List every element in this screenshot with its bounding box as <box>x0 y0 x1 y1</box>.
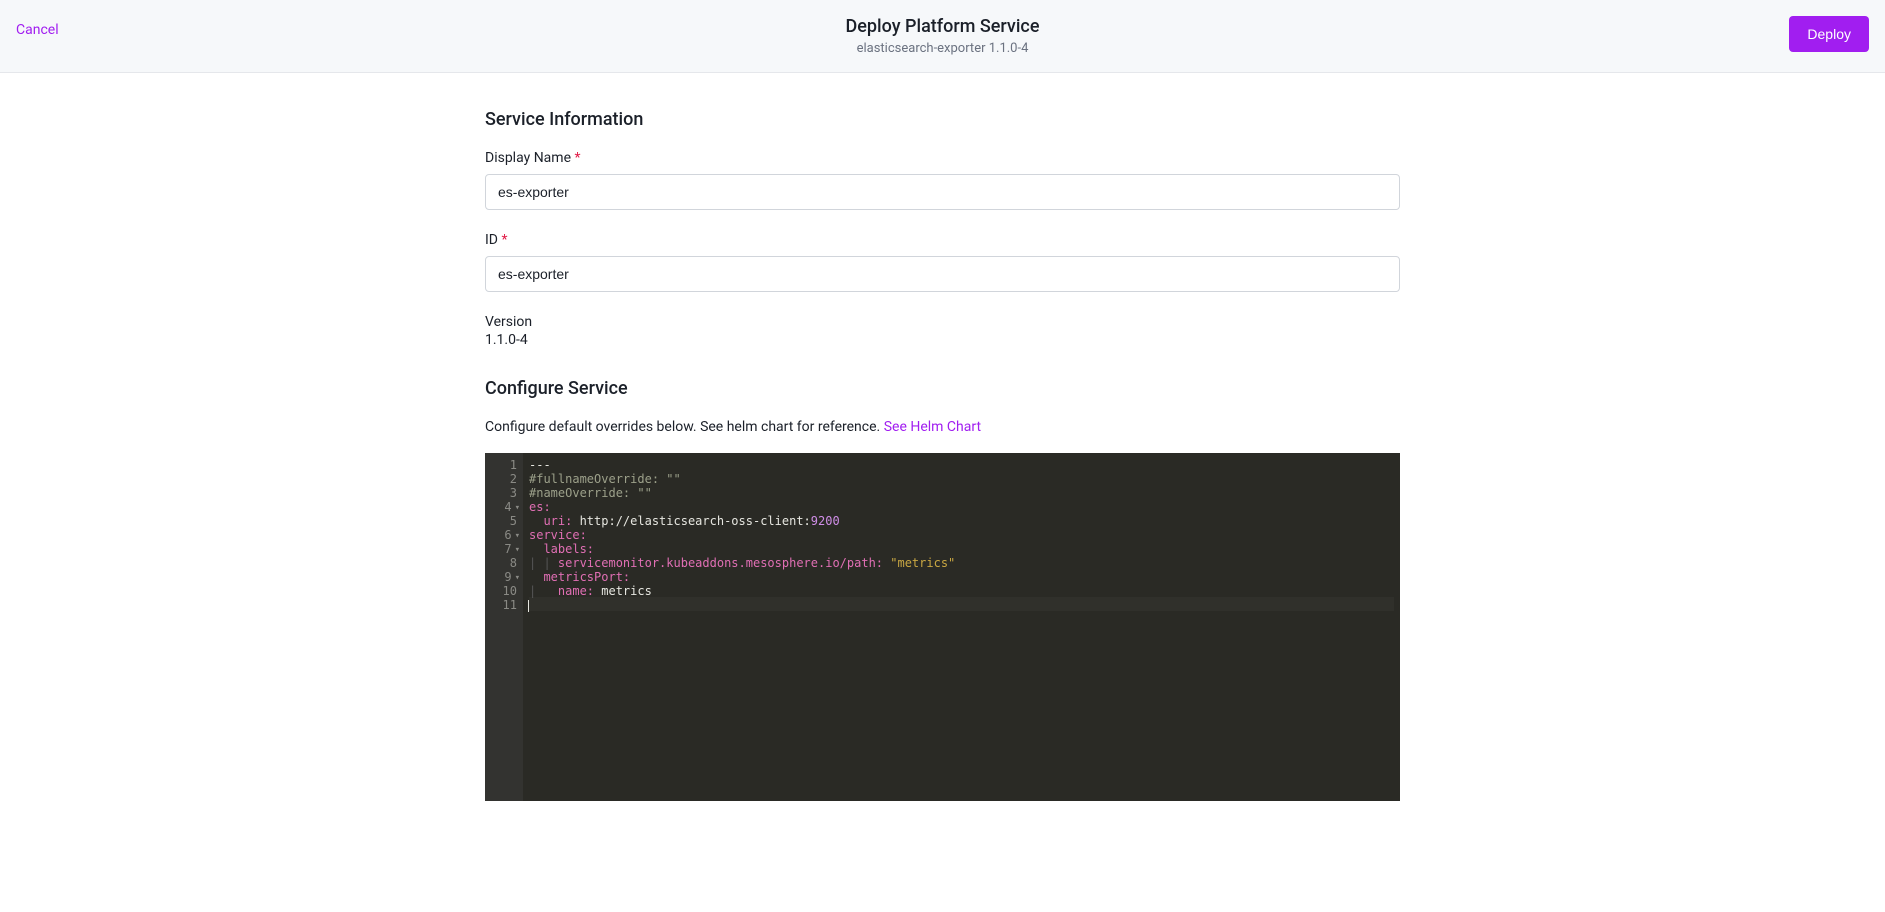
line-number: 9 <box>499 569 517 583</box>
line-number: 5 <box>499 513 517 527</box>
code-line[interactable]: labels: <box>529 541 1394 555</box>
line-number: 1 <box>499 457 517 471</box>
line-number: 11 <box>499 597 517 611</box>
editor-gutter: 1234567891011 <box>485 453 523 801</box>
line-number: 8 <box>499 555 517 569</box>
display-name-label: Display Name * <box>485 150 1400 166</box>
code-line[interactable]: | | servicemonitor.kubeaddons.mesosphere… <box>529 555 1394 569</box>
service-information-title: Service Information <box>485 109 1400 130</box>
line-number: 7 <box>499 541 517 555</box>
id-input[interactable] <box>485 256 1400 292</box>
display-name-field: Display Name * <box>485 150 1400 210</box>
version-field: Version 1.1.0-4 <box>485 314 1400 348</box>
configure-description: Configure default overrides below. See h… <box>485 419 1400 435</box>
line-number: 10 <box>499 583 517 597</box>
id-label: ID * <box>485 232 1400 248</box>
version-value: 1.1.0-4 <box>485 332 1400 348</box>
version-label: Version <box>485 314 1400 330</box>
code-line[interactable]: --- <box>529 457 1394 471</box>
display-name-input[interactable] <box>485 174 1400 210</box>
code-line[interactable]: #nameOverride: "" <box>529 485 1394 499</box>
cancel-link[interactable]: Cancel <box>16 16 59 38</box>
required-marker: * <box>574 150 580 166</box>
page-title: Deploy Platform Service <box>846 16 1040 37</box>
id-field: ID * <box>485 232 1400 292</box>
code-line[interactable]: metricsPort: <box>529 569 1394 583</box>
required-marker: * <box>501 232 507 248</box>
yaml-editor[interactable]: 1234567891011 ---#fullnameOverride: ""#n… <box>485 453 1400 801</box>
code-line[interactable]: | name: metrics <box>529 583 1394 597</box>
deploy-button[interactable]: Deploy <box>1789 16 1869 52</box>
see-helm-chart-link[interactable]: See Helm Chart <box>884 419 981 435</box>
line-number: 2 <box>499 471 517 485</box>
code-line[interactable]: service: <box>529 527 1394 541</box>
page-header: Cancel Deploy Platform Service elasticse… <box>0 0 1885 73</box>
code-line[interactable] <box>529 597 1394 611</box>
line-number: 4 <box>499 499 517 513</box>
code-line[interactable]: uri: http://elasticsearch-oss-client:920… <box>529 513 1394 527</box>
code-line[interactable]: #fullnameOverride: "" <box>529 471 1394 485</box>
line-number: 6 <box>499 527 517 541</box>
configure-service-title: Configure Service <box>485 378 1400 399</box>
header-center: Deploy Platform Service elasticsearch-ex… <box>846 16 1040 56</box>
editor-cursor <box>528 600 529 612</box>
editor-code[interactable]: ---#fullnameOverride: ""#nameOverride: "… <box>523 453 1400 801</box>
page-subtitle: elasticsearch-exporter 1.1.0-4 <box>846 41 1040 56</box>
code-line[interactable]: es: <box>529 499 1394 513</box>
line-number: 3 <box>499 485 517 499</box>
content-container: Service Information Display Name * ID * … <box>485 73 1400 841</box>
